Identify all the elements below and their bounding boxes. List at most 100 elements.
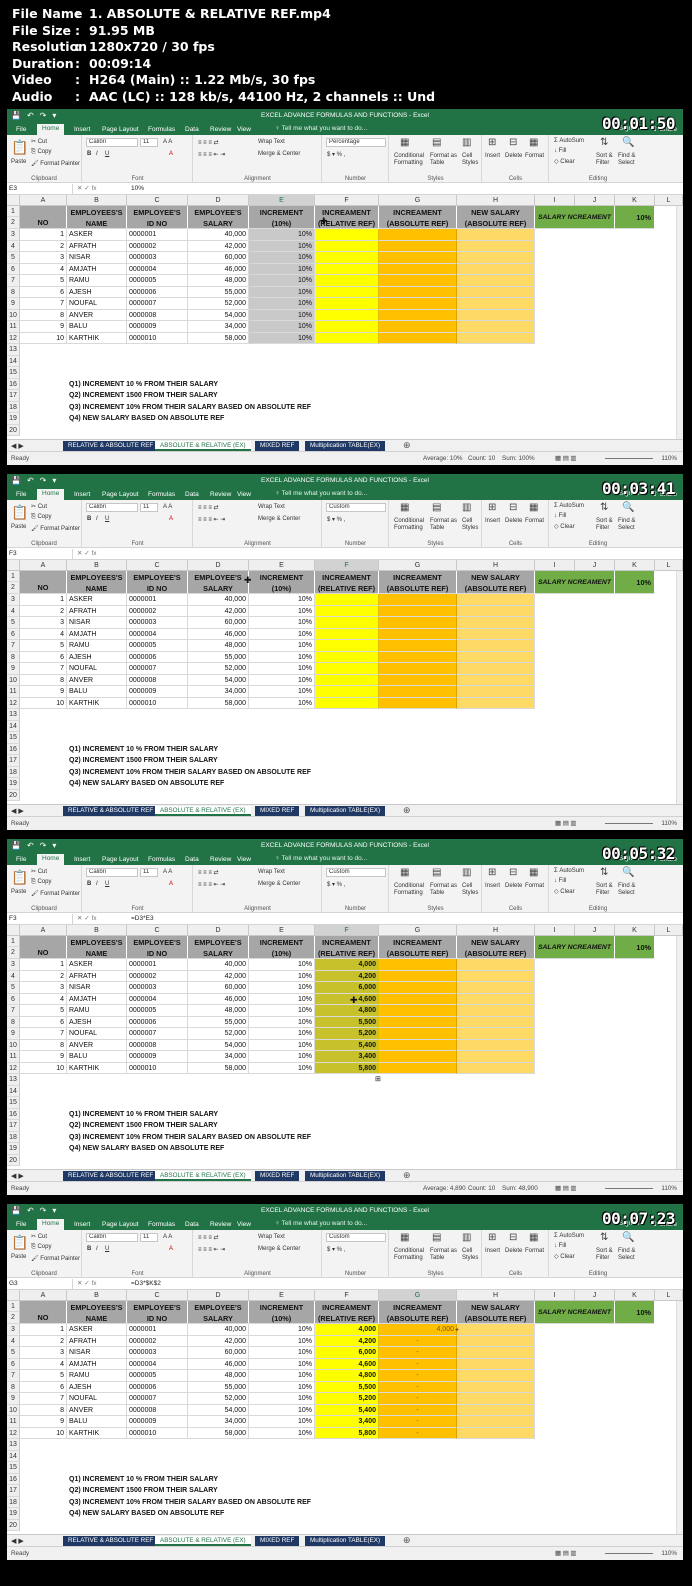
cell-relative-ref[interactable]: 5,800 bbox=[315, 1427, 379, 1439]
increment-rate-cell[interactable]: 10% bbox=[615, 571, 655, 594]
header-cell-d[interactable]: EMPLOYEE'S SALARY bbox=[188, 1301, 249, 1324]
row-header-2[interactable]: 2 bbox=[7, 947, 20, 959]
format-button[interactable]: Format bbox=[525, 518, 544, 524]
name-box[interactable]: F3 bbox=[9, 549, 73, 559]
cell-salary[interactable]: 46,000 bbox=[188, 263, 249, 275]
cell-increment-pct[interactable]: 10% bbox=[249, 605, 315, 617]
cell-salary[interactable]: 46,000 bbox=[188, 993, 249, 1005]
cell-increment-pct[interactable]: 10% bbox=[249, 286, 315, 298]
cell-increment-pct[interactable]: 10% bbox=[249, 697, 315, 709]
cell-name[interactable]: BALU bbox=[67, 1416, 127, 1428]
zoom-level[interactable]: 110% bbox=[661, 820, 677, 827]
format-table-icon[interactable]: ▤ bbox=[432, 1232, 441, 1243]
cell-no[interactable]: 9 bbox=[20, 1051, 67, 1063]
row-header-10[interactable]: 10 bbox=[7, 674, 20, 686]
format-table-icon[interactable]: ▤ bbox=[432, 137, 441, 148]
header-cell-f[interactable]: INCREAMENT (RELATIVE REF) bbox=[315, 1301, 379, 1324]
cell-absolute-ref[interactable] bbox=[379, 1005, 457, 1017]
zoom-slider[interactable] bbox=[605, 1188, 653, 1189]
cell-new-salary[interactable] bbox=[457, 1416, 535, 1428]
sheet-nav-icons[interactable]: ◀ ▶ bbox=[11, 1172, 24, 1180]
view-icons[interactable]: ▦ ▤ ▥ bbox=[555, 455, 576, 462]
merge-center-button[interactable]: Merge & Center bbox=[258, 881, 300, 887]
cell-increment-pct[interactable]: 10% bbox=[249, 1381, 315, 1393]
row-header-3[interactable]: 3 bbox=[7, 594, 20, 606]
find-select-icon[interactable]: 🔍 bbox=[622, 502, 634, 513]
column-header-a[interactable]: A bbox=[20, 925, 67, 936]
cell-new-salary[interactable] bbox=[457, 686, 535, 698]
number-buttons[interactable]: $ ▾ % , bbox=[327, 151, 345, 158]
row-header-15[interactable]: 15 bbox=[7, 1462, 20, 1474]
cell-id[interactable]: 0000010 bbox=[127, 1427, 188, 1439]
cell-salary[interactable]: 52,000 bbox=[188, 1028, 249, 1040]
column-header-k[interactable]: K bbox=[615, 560, 655, 571]
row-header-16[interactable]: 16 bbox=[7, 743, 20, 755]
cell-new-salary[interactable] bbox=[457, 697, 535, 709]
column-header-f[interactable]: F bbox=[315, 560, 379, 571]
cell-no[interactable]: 8 bbox=[20, 1039, 67, 1051]
paste-label[interactable]: Paste bbox=[11, 1254, 26, 1260]
cell-relative-ref[interactable] bbox=[315, 252, 379, 264]
cell-new-salary[interactable] bbox=[457, 1335, 535, 1347]
row-header-6[interactable]: 6 bbox=[7, 1358, 20, 1370]
cell-increment-pct[interactable]: 10% bbox=[249, 1416, 315, 1428]
tab-data[interactable]: Data bbox=[180, 490, 204, 500]
font-color-icon[interactable]: A bbox=[169, 151, 173, 157]
fx-icon[interactable]: ✕ ✓ fx bbox=[77, 184, 97, 194]
row-header-17[interactable]: 17 bbox=[7, 390, 20, 402]
cell-name[interactable]: AJESH bbox=[67, 286, 127, 298]
cell-id[interactable]: 0000001 bbox=[127, 229, 188, 241]
format-as-table-button[interactable]: Format as Table bbox=[430, 883, 457, 897]
sort-filter-icon[interactable]: ⇅ bbox=[600, 867, 608, 878]
cell-salary[interactable]: 58,000 bbox=[188, 332, 249, 344]
cell-no[interactable]: 2 bbox=[20, 970, 67, 982]
format-button[interactable]: Format bbox=[525, 883, 544, 889]
tab-page-layout[interactable]: Page Layout bbox=[97, 855, 144, 865]
find-select-button[interactable]: Find & Select bbox=[618, 153, 635, 167]
quick-analysis-icon[interactable]: ⊞ bbox=[375, 1075, 381, 1083]
column-header-h[interactable]: H bbox=[457, 560, 535, 571]
row-header-1[interactable]: 1 bbox=[7, 206, 20, 217]
cell-relative-ref[interactable]: 5,200 bbox=[315, 1028, 379, 1040]
paste-label[interactable]: Paste bbox=[11, 159, 26, 165]
wrap-text-button[interactable]: Wrap Text bbox=[258, 139, 285, 145]
cell-id[interactable]: 0000006 bbox=[127, 286, 188, 298]
select-all-corner[interactable] bbox=[7, 925, 20, 936]
sort-filter-button[interactable]: Sort & Filter bbox=[596, 883, 613, 897]
column-header-a[interactable]: A bbox=[20, 1290, 67, 1301]
header-cell-a[interactable]: NO bbox=[20, 1301, 67, 1324]
row-header-1[interactable]: 1 bbox=[7, 936, 20, 947]
fx-icon[interactable]: ✕ ✓ fx bbox=[77, 549, 97, 559]
cell-absolute-ref[interactable] bbox=[379, 674, 457, 686]
wrap-text-button[interactable]: Wrap Text bbox=[258, 1234, 285, 1240]
row-header-16[interactable]: 16 bbox=[7, 1473, 20, 1485]
cell-no[interactable]: 6 bbox=[20, 286, 67, 298]
row-header-17[interactable]: 17 bbox=[7, 1485, 20, 1497]
row-header-8[interactable]: 8 bbox=[7, 1381, 20, 1393]
format-icon[interactable]: ▦ bbox=[529, 867, 538, 878]
row-header-16[interactable]: 16 bbox=[7, 378, 20, 390]
cell-name[interactable]: ANVER bbox=[67, 1039, 127, 1051]
column-header-f[interactable]: F bbox=[315, 925, 379, 936]
cell-new-salary[interactable] bbox=[457, 298, 535, 310]
cell-salary[interactable]: 42,000 bbox=[188, 605, 249, 617]
cell-no[interactable]: 8 bbox=[20, 309, 67, 321]
row-header-5[interactable]: 5 bbox=[7, 982, 20, 994]
row-header-12[interactable]: 12 bbox=[7, 1062, 20, 1074]
row-header-12[interactable]: 12 bbox=[7, 1427, 20, 1439]
row-header-1[interactable]: 1 bbox=[7, 1301, 20, 1312]
cell-salary[interactable]: 58,000 bbox=[188, 1427, 249, 1439]
row-header-4[interactable]: 4 bbox=[7, 1335, 20, 1347]
cell-styles-icon[interactable]: ▥ bbox=[462, 137, 471, 148]
cell-absolute-ref[interactable] bbox=[379, 697, 457, 709]
cell-no[interactable]: 2 bbox=[20, 240, 67, 252]
cell-new-salary[interactable] bbox=[457, 1062, 535, 1074]
row-header-9[interactable]: 9 bbox=[7, 298, 20, 310]
view-icons[interactable]: ▦ ▤ ▥ bbox=[555, 1550, 576, 1557]
fill-button[interactable]: ↓ Fill bbox=[554, 1243, 566, 1249]
cell-name[interactable]: NISAR bbox=[67, 982, 127, 994]
cell-name[interactable]: RAMU bbox=[67, 640, 127, 652]
cell-name[interactable]: AMJATH bbox=[67, 263, 127, 275]
cell-id[interactable]: 0000004 bbox=[127, 263, 188, 275]
cell-no[interactable]: 2 bbox=[20, 605, 67, 617]
